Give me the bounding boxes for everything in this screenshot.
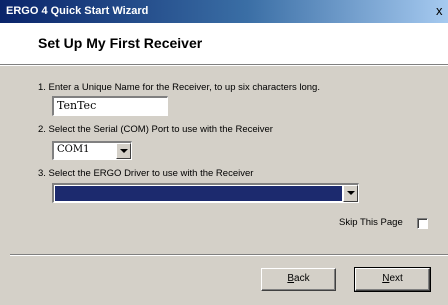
next-button-label: ext [389,273,403,284]
step-3-label: 3. Select the ERGO Driver to use with th… [38,168,254,179]
next-button[interactable]: Next [354,267,431,292]
receiver-name-input[interactable]: TenTec [52,96,168,116]
step-2-label: 2. Select the Serial (COM) Port to use w… [38,124,273,135]
back-button-label: ack [294,273,310,284]
com-port-dropdown-button[interactable] [116,143,131,159]
driver-selection-highlight [55,186,342,201]
driver-select[interactable] [52,183,359,203]
back-button[interactable]: Back [261,268,336,291]
header-panel: Set Up My First Receiver [0,23,448,65]
com-port-value: COM1 [57,144,90,155]
close-icon[interactable]: x [436,3,446,19]
chevron-down-icon [347,191,355,195]
page-title: Set Up My First Receiver [38,35,203,51]
skip-page-label: Skip This Page [339,217,403,228]
chevron-down-icon [120,149,128,153]
window-title: ERGO 4 Quick Start Wizard [6,5,149,17]
skip-page-checkbox[interactable] [417,218,428,229]
footer-divider-highlight [10,255,448,256]
driver-dropdown-button[interactable] [343,185,358,202]
title-bar[interactable]: ERGO 4 Quick Start Wizard x [0,0,448,23]
step-1-label: 1. Enter a Unique Name for the Receiver,… [38,82,320,93]
com-port-select[interactable]: COM1 [52,141,132,160]
header-divider [0,65,448,66]
wizard-window: ERGO 4 Quick Start Wizard x Set Up My Fi… [0,0,448,305]
